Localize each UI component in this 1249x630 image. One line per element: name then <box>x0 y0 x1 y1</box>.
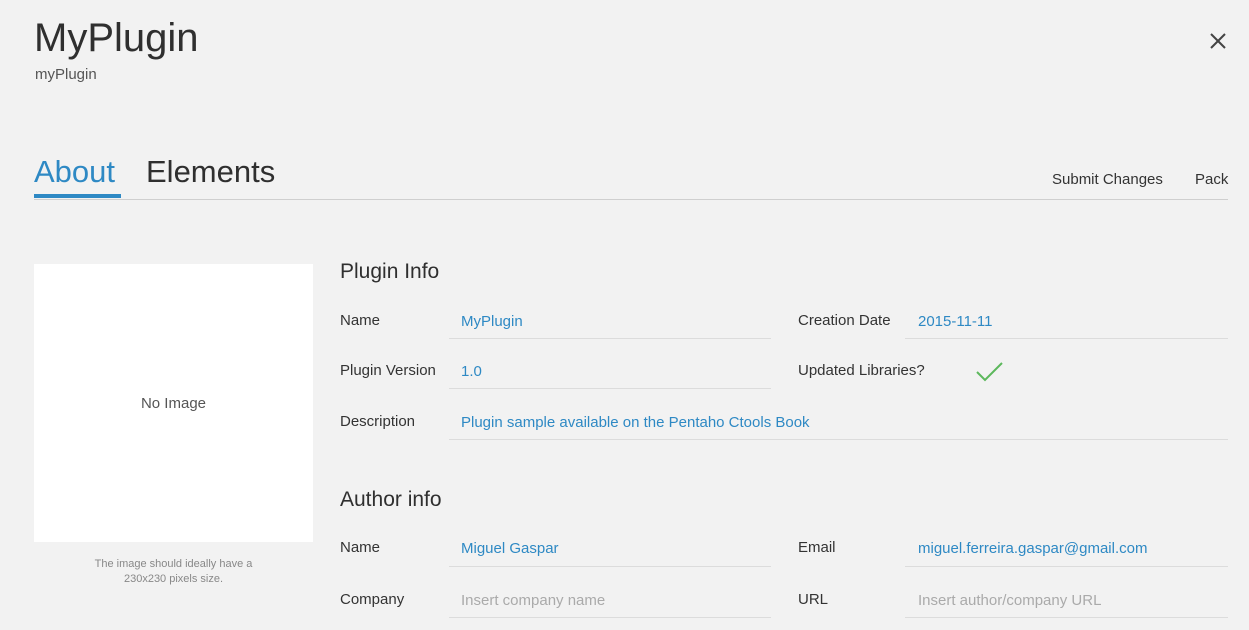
email-label: Email <box>798 539 836 556</box>
email-field[interactable]: miguel.ferreira.gaspar@gmail.com <box>918 540 1147 557</box>
plugin-name-field[interactable]: MyPlugin <box>461 313 523 330</box>
description-underline <box>449 439 1228 440</box>
tab-elements[interactable]: Elements <box>146 152 275 192</box>
plugin-version-underline <box>449 388 771 389</box>
url-field[interactable]: Insert author/company URL <box>918 592 1101 609</box>
image-hint-line1: The image should ideally have a <box>94 558 253 570</box>
description-field[interactable]: Plugin sample available on the Pentaho C… <box>461 414 810 431</box>
url-underline <box>905 617 1228 618</box>
tab-about[interactable]: About <box>34 152 115 192</box>
creation-date-label: Creation Date <box>798 312 891 329</box>
email-underline <box>905 566 1228 567</box>
plugin-version-label: Plugin Version <box>340 362 436 379</box>
author-name-field[interactable]: Miguel Gaspar <box>461 540 559 557</box>
no-image-label: No Image <box>140 394 207 412</box>
company-underline <box>449 617 771 618</box>
active-tab-indicator <box>34 194 121 198</box>
creation-date-field[interactable]: 2015-11-11 <box>918 313 993 330</box>
checkmark-icon[interactable] <box>975 360 1005 384</box>
company-label: Company <box>340 591 405 608</box>
author-name-underline <box>449 566 771 567</box>
company-field[interactable]: Insert company name <box>461 592 605 609</box>
plugin-id: myPlugin <box>35 66 97 83</box>
close-button[interactable] <box>1207 30 1229 52</box>
pack-button[interactable]: Pack <box>1195 171 1228 188</box>
plugin-title: MyPlugin <box>34 16 199 60</box>
plugin-version-field[interactable]: 1.0 <box>461 363 482 380</box>
author-info-heading: Author info <box>340 488 442 511</box>
plugin-name-label: Name <box>340 312 381 329</box>
image-hint-line2: 230x230 pixels size. <box>123 573 224 585</box>
updated-libraries-label: Updated Libraries? <box>798 362 925 379</box>
plugin-name-underline <box>449 338 771 339</box>
image-size-hint: The image should ideally have a 230x230 … <box>34 557 313 587</box>
tab-divider <box>34 199 1228 200</box>
plugin-info-heading: Plugin Info <box>340 260 440 283</box>
author-name-label: Name <box>340 539 381 556</box>
description-label: Description <box>340 413 416 430</box>
plugin-image-dropzone[interactable]: No Image <box>34 264 313 542</box>
submit-changes-button[interactable]: Submit Changes <box>1052 171 1163 188</box>
url-label: URL <box>798 591 829 608</box>
close-icon[interactable] <box>1207 30 1229 52</box>
creation-date-underline <box>905 338 1228 339</box>
